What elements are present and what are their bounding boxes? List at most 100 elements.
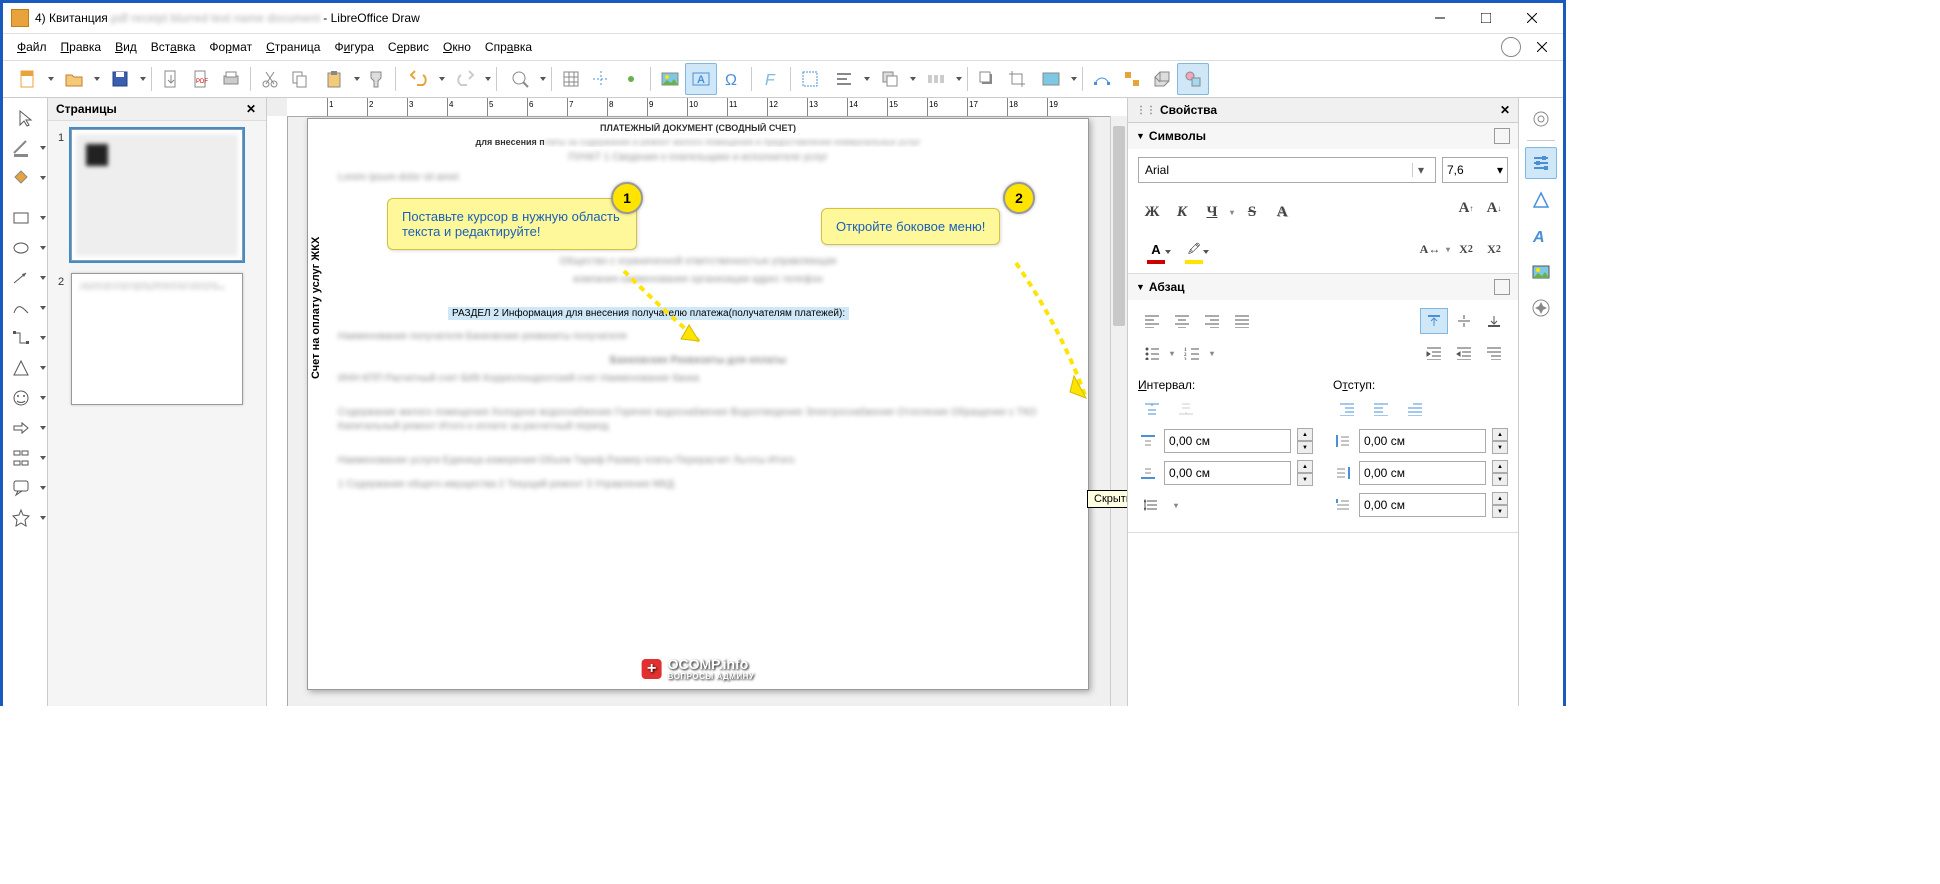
redo-button[interactable] bbox=[446, 64, 492, 94]
close-button[interactable] bbox=[1509, 3, 1555, 33]
insert-image-button[interactable] bbox=[655, 64, 685, 94]
menu-insert[interactable]: Вставка bbox=[145, 37, 202, 57]
symbol-shapes-tool[interactable] bbox=[3, 384, 47, 412]
section-paragraph-header[interactable]: ▼Абзац bbox=[1128, 274, 1518, 300]
crop-button[interactable] bbox=[1002, 64, 1032, 94]
space-above-input[interactable]: 0,00 см bbox=[1164, 429, 1291, 453]
vertical-scrollbar[interactable] bbox=[1110, 116, 1127, 706]
align-justify-button[interactable] bbox=[1228, 308, 1256, 334]
block-arrows-tool[interactable] bbox=[3, 414, 47, 442]
char-spacing-button[interactable]: A↔ bbox=[1416, 236, 1444, 262]
extrusion-button[interactable] bbox=[1147, 64, 1177, 94]
arrange-button[interactable] bbox=[871, 64, 917, 94]
menu-format[interactable]: Формат bbox=[203, 37, 258, 57]
language-button[interactable] bbox=[1501, 37, 1521, 57]
sidebar-shapes-button[interactable] bbox=[1526, 185, 1556, 215]
align-left-button[interactable] bbox=[1138, 308, 1166, 334]
stars-tool[interactable] bbox=[3, 504, 47, 532]
indent-after-input[interactable]: 0,00 см bbox=[1359, 461, 1486, 485]
bold-button[interactable]: Ж bbox=[1138, 199, 1166, 225]
export-button[interactable] bbox=[156, 64, 186, 94]
menu-shape[interactable]: Фигура bbox=[328, 37, 379, 57]
clone-format-button[interactable] bbox=[361, 64, 391, 94]
paste-button[interactable] bbox=[315, 64, 361, 94]
save-button[interactable] bbox=[101, 64, 147, 94]
minimize-button[interactable] bbox=[1417, 3, 1463, 33]
indent-firstline-icon-btn[interactable] bbox=[1401, 396, 1429, 422]
bullet-list-button[interactable] bbox=[1138, 340, 1166, 366]
sidebar-styles-button[interactable]: A bbox=[1526, 221, 1556, 251]
decrease-font-button[interactable]: A↓ bbox=[1480, 195, 1508, 221]
flowchart-tool[interactable] bbox=[3, 444, 47, 472]
page-thumbnail-1[interactable]: 1 bbox=[71, 129, 243, 261]
space-below-input[interactable]: 0,00 см bbox=[1164, 461, 1291, 485]
fill-color-tool[interactable] bbox=[3, 164, 47, 192]
edit-points-button[interactable] bbox=[1087, 64, 1117, 94]
italic-button[interactable]: К bbox=[1168, 199, 1196, 225]
selected-text[interactable]: РАЗДЕЛ 2 Информация для внесения получат… bbox=[448, 307, 849, 320]
glue-points-button[interactable] bbox=[1117, 64, 1147, 94]
sidebar-settings-button[interactable] bbox=[1526, 104, 1556, 134]
export-pdf-button[interactable]: PDF bbox=[186, 64, 216, 94]
open-button[interactable] bbox=[55, 64, 101, 94]
menu-view[interactable]: Вид bbox=[109, 37, 143, 57]
filter-button[interactable] bbox=[1032, 64, 1078, 94]
valign-bottom-button[interactable] bbox=[1480, 308, 1508, 334]
superscript-button[interactable]: X2 bbox=[1452, 236, 1480, 262]
increase-font-button[interactable]: A↑ bbox=[1452, 195, 1480, 221]
zoom-button[interactable] bbox=[501, 64, 547, 94]
print-button[interactable] bbox=[216, 64, 246, 94]
horizontal-ruler[interactable]: 12345678910111213141516171819 bbox=[287, 98, 1127, 117]
new-button[interactable] bbox=[9, 64, 55, 94]
subscript-button[interactable]: X2 bbox=[1480, 236, 1508, 262]
strike-button[interactable]: S bbox=[1238, 199, 1266, 225]
maximize-button[interactable] bbox=[1463, 3, 1509, 33]
doc-close-button[interactable] bbox=[1529, 36, 1555, 58]
indent-increase-icon-btn[interactable] bbox=[1333, 396, 1361, 422]
curve-tool[interactable] bbox=[3, 294, 47, 322]
distribute-button[interactable] bbox=[917, 64, 963, 94]
valign-top-button[interactable] bbox=[1420, 308, 1448, 334]
font-color-button[interactable]: A bbox=[1138, 241, 1174, 265]
space-below-increase-icon[interactable] bbox=[1172, 396, 1200, 422]
connector-tool[interactable] bbox=[3, 324, 47, 352]
shadow-button[interactable] bbox=[972, 64, 1002, 94]
select-tool[interactable] bbox=[7, 104, 43, 132]
special-char-button[interactable]: Ω bbox=[717, 64, 747, 94]
align-center-button[interactable] bbox=[1168, 308, 1196, 334]
line-spacing-button[interactable] bbox=[1138, 492, 1166, 518]
callout-tool[interactable] bbox=[3, 474, 47, 502]
vertical-ruler[interactable] bbox=[267, 116, 288, 706]
pages-panel-close[interactable]: ✕ bbox=[244, 102, 258, 116]
sidebar-properties-button[interactable] bbox=[1525, 147, 1557, 179]
transform-button[interactable] bbox=[795, 64, 825, 94]
cut-button[interactable] bbox=[255, 64, 285, 94]
section-characters-header[interactable]: ▼Символы bbox=[1128, 123, 1518, 149]
font-name-combo[interactable]: Arial▾ bbox=[1138, 157, 1436, 183]
align-button[interactable] bbox=[825, 64, 871, 94]
arrow-line-tool[interactable] bbox=[3, 264, 47, 292]
menu-help[interactable]: Справка bbox=[479, 37, 538, 57]
space-above-increase-icon[interactable] bbox=[1138, 396, 1166, 422]
hanging-indent-button[interactable] bbox=[1480, 340, 1508, 366]
highlight-color-button[interactable]: 🖍 bbox=[1176, 241, 1212, 265]
section-para-popout[interactable] bbox=[1494, 279, 1510, 295]
line-color-tool[interactable] bbox=[3, 134, 47, 162]
grid-button[interactable] bbox=[556, 64, 586, 94]
decrease-indent-button[interactable] bbox=[1450, 340, 1478, 366]
properties-panel-close[interactable]: ✕ bbox=[1500, 103, 1510, 117]
align-right-button[interactable] bbox=[1198, 308, 1226, 334]
ellipse-tool[interactable] bbox=[3, 234, 47, 262]
indent-decrease-icon-btn[interactable] bbox=[1367, 396, 1395, 422]
increase-indent-button[interactable] bbox=[1420, 340, 1448, 366]
underline-button[interactable]: Ч bbox=[1198, 199, 1226, 225]
number-list-button[interactable]: 123 bbox=[1178, 340, 1206, 366]
sidebar-gallery-button[interactable] bbox=[1526, 257, 1556, 287]
snap-guides-button[interactable] bbox=[586, 64, 616, 94]
fontwork-button[interactable]: F bbox=[756, 64, 786, 94]
rectangle-tool[interactable] bbox=[3, 204, 47, 232]
glue-button[interactable] bbox=[616, 64, 646, 94]
sidebar-navigator-button[interactable] bbox=[1526, 293, 1556, 323]
menu-edit[interactable]: Правка bbox=[55, 37, 108, 57]
indent-firstline-input[interactable]: 0,00 см bbox=[1359, 493, 1486, 517]
